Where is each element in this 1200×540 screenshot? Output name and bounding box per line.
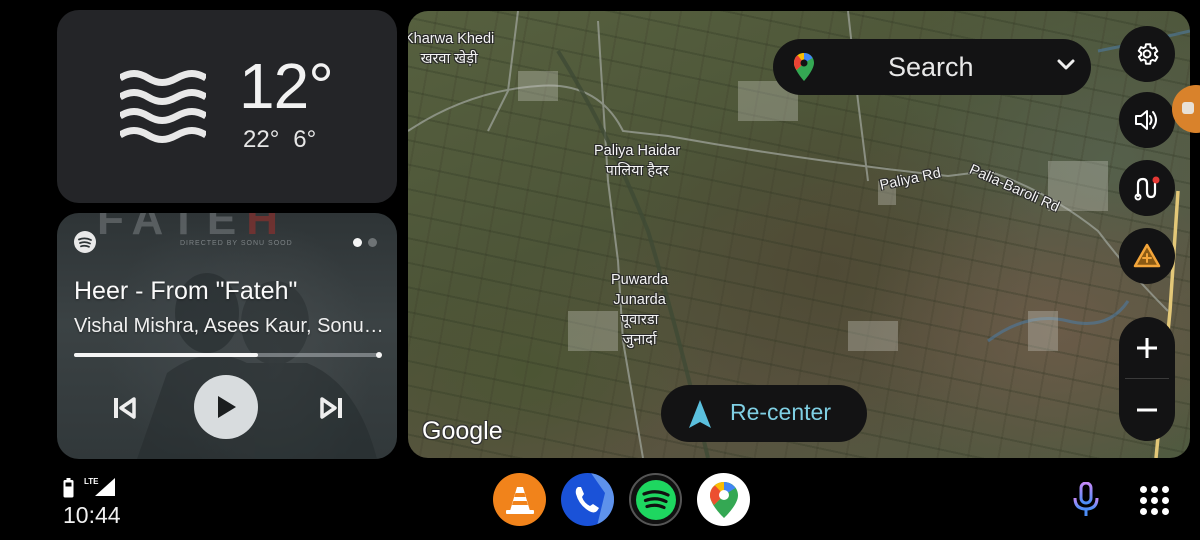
- page-indicator: [353, 238, 377, 247]
- track-title: Heer - From "Fateh": [74, 277, 298, 305]
- settings-button[interactable]: [1119, 26, 1175, 82]
- chevron-down-icon[interactable]: [1057, 59, 1075, 71]
- map-label-puwarda-junarda: Puwarda Junarda पूवारडा जुनार्दा: [611, 272, 669, 348]
- report-incident-icon: [1133, 243, 1161, 268]
- media-card[interactable]: FATEH DIRECTED BY SONU SOOD Heer - From …: [57, 213, 397, 459]
- spotify-icon: [74, 231, 96, 253]
- grid-dot: [1140, 508, 1147, 515]
- low-temperature: 6°: [293, 126, 317, 153]
- route-options-icon: [1134, 176, 1160, 201]
- app-dock: [493, 473, 750, 526]
- google-maps-app-button[interactable]: [697, 473, 750, 526]
- map-view[interactable]: Kharwa Khedi खरवा खेड़ी Paliya Haidar पालि…: [408, 11, 1190, 458]
- recenter-label: Re-center: [730, 399, 831, 425]
- page-dot[interactable]: [368, 238, 377, 247]
- play-button[interactable]: [194, 375, 258, 439]
- temperature-range: 22° 6°: [243, 126, 316, 154]
- next-track-button[interactable]: [313, 393, 349, 423]
- map-search-bar[interactable]: Search: [773, 39, 1091, 95]
- zoom-in-button[interactable]: [1119, 317, 1175, 379]
- phone-app-button[interactable]: [561, 473, 614, 526]
- record-icon: [1182, 102, 1194, 114]
- navigation-arrow-icon: [689, 400, 711, 428]
- microphone-icon: [1073, 482, 1099, 516]
- page-dot-active[interactable]: [353, 238, 362, 247]
- grid-dot: [1162, 497, 1169, 504]
- map-label-paliya-haidar: Paliya Haidar पालिया हैदर: [594, 143, 681, 179]
- progress-fill: [74, 353, 258, 357]
- app-launcher-button[interactable]: [1138, 484, 1170, 516]
- grid-dot: [1162, 508, 1169, 515]
- minus-icon: [1137, 408, 1157, 412]
- phone-icon: [575, 473, 614, 526]
- spotify-app-button[interactable]: [629, 473, 682, 526]
- skip-previous-icon: [114, 397, 136, 419]
- previous-track-button[interactable]: [107, 393, 143, 423]
- skip-next-icon: [320, 397, 342, 419]
- route-options-button[interactable]: [1119, 160, 1175, 216]
- play-icon: [218, 396, 236, 418]
- plus-icon: [1137, 338, 1157, 358]
- zoom-controls: [1119, 317, 1175, 441]
- current-temperature: 12°: [239, 50, 334, 122]
- google-maps-icon: [709, 481, 738, 518]
- voice-assistant-button[interactable]: [1072, 482, 1100, 518]
- recenter-button[interactable]: Re-center: [661, 385, 867, 442]
- map-label-kharwa-khedi: Kharwa Khedi खरवा खेड़ी: [408, 31, 495, 67]
- vlc-icon: [505, 486, 534, 514]
- google-attribution: Google: [422, 417, 503, 445]
- report-incident-button[interactable]: [1119, 228, 1175, 284]
- track-artist: Vishal Mishra, Asees Kaur, Sonu Sood: [74, 315, 384, 337]
- grid-dot: [1140, 497, 1147, 504]
- fog-icon: [120, 70, 206, 143]
- grid-dot: [1151, 508, 1158, 515]
- high-temperature: 22°: [243, 126, 280, 153]
- search-placeholder: Search: [888, 52, 974, 82]
- signal-icon: [95, 478, 115, 496]
- grid-dot: [1151, 486, 1158, 493]
- grid-dot: [1162, 486, 1169, 493]
- grid-dot: [1151, 497, 1158, 504]
- playback-progress-bar[interactable]: [74, 352, 382, 358]
- grid-dot: [1140, 486, 1147, 493]
- vlc-app-button[interactable]: [493, 473, 546, 526]
- weather-card[interactable]: 12° 22° 6°: [57, 10, 397, 203]
- zoom-out-button[interactable]: [1119, 379, 1175, 441]
- clock: 10:44: [63, 502, 121, 528]
- spotify-icon: [635, 479, 676, 520]
- google-maps-pin-icon: [794, 53, 814, 81]
- progress-end-marker: [376, 352, 382, 358]
- settings-icon: [1137, 43, 1159, 65]
- battery-icon: [63, 478, 74, 498]
- sound-button[interactable]: [1119, 92, 1175, 148]
- volume-icon: [1135, 110, 1157, 130]
